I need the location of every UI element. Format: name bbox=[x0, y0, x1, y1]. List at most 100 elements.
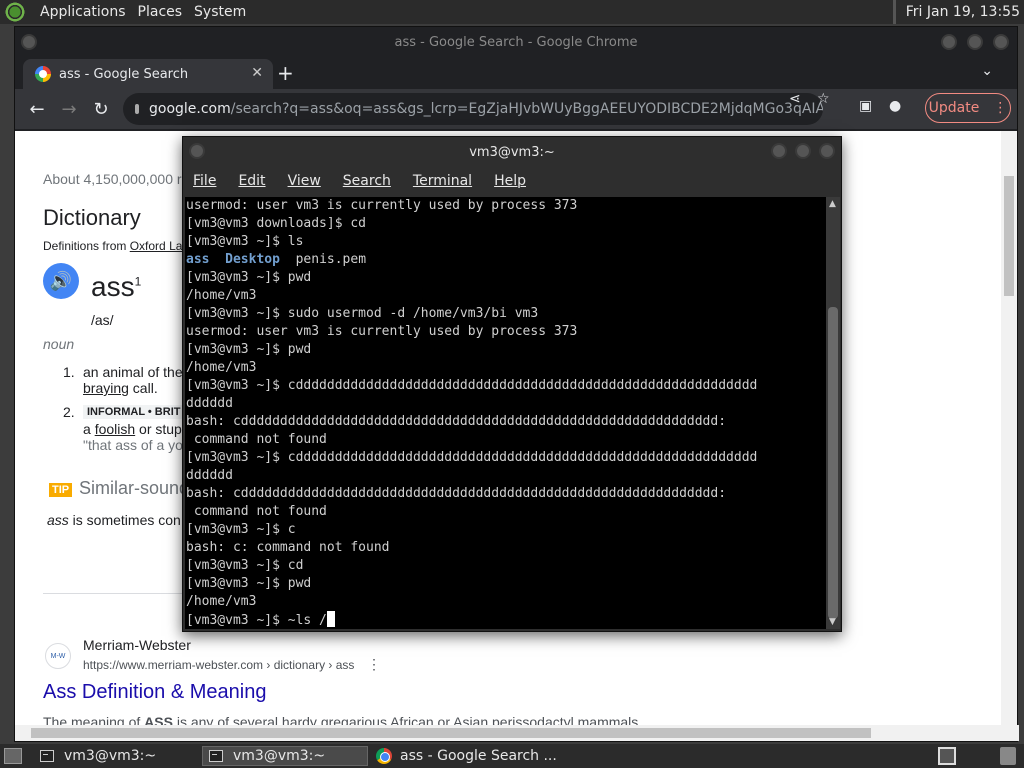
def2-text: a foolish or stup bbox=[83, 421, 182, 437]
result-more-icon[interactable]: ⋮ bbox=[367, 656, 381, 673]
show-desktop-icon[interactable] bbox=[4, 748, 22, 764]
menu-view[interactable]: View bbox=[288, 173, 321, 189]
distro-logo-icon[interactable] bbox=[4, 1, 26, 23]
terminal-maximize-button[interactable] bbox=[795, 143, 811, 159]
def2-post: or stup bbox=[135, 421, 182, 437]
terminal-line: dddddd bbox=[186, 468, 233, 483]
chrome-titlebar[interactable]: ass - Google Search - Google Chrome bbox=[15, 27, 1017, 57]
taskbar-item-terminal-1[interactable]: vm3@vm3:~ bbox=[34, 746, 200, 766]
taskbar-item-chrome[interactable]: ass - Google Search ... bbox=[370, 746, 570, 766]
close-tab-icon[interactable]: ✕ bbox=[251, 65, 263, 81]
braying-link[interactable]: braying bbox=[83, 380, 129, 396]
result-site-name[interactable]: Merriam-Webster bbox=[83, 637, 191, 653]
menu-places[interactable]: Places bbox=[132, 4, 189, 20]
terminal-line: bash: cddddddddddddddddddddddddddddddddd… bbox=[186, 486, 727, 501]
foolish-link[interactable]: foolish bbox=[95, 421, 135, 437]
lock-icon[interactable] bbox=[135, 104, 139, 114]
url-host: google.com bbox=[149, 101, 231, 117]
trash-icon[interactable] bbox=[1000, 747, 1016, 765]
terminal-cursor bbox=[326, 611, 335, 627]
taskbar-item-label: vm3@vm3:~ bbox=[64, 748, 157, 764]
new-tab-icon[interactable]: + bbox=[277, 61, 294, 85]
forward-arrow-icon[interactable]: → bbox=[53, 99, 85, 120]
terminal-title: vm3@vm3:~ bbox=[469, 144, 555, 160]
result-title-link[interactable]: Ass Definition & Meaning bbox=[43, 681, 266, 704]
menu-search[interactable]: Search bbox=[343, 173, 391, 189]
result-url[interactable]: https://www.merriam-webster.com › dictio… bbox=[83, 658, 354, 672]
page-horizontal-scrollbar[interactable] bbox=[15, 725, 1019, 741]
snippet-post: is any of several hardy gregarious Afric… bbox=[172, 714, 639, 725]
url-path: /search?q=ass&oq=ass&gs_lcrp=EgZjaHJvbWU… bbox=[230, 101, 823, 117]
terminal-line: [vm3@vm3 ~]$ pwd bbox=[186, 342, 312, 357]
page-vertical-scrollbar[interactable] bbox=[1001, 131, 1017, 725]
close-button[interactable] bbox=[993, 34, 1009, 50]
terminal-scrollbar[interactable]: ▲ ▼ bbox=[826, 197, 840, 629]
terminal-line: [vm3@vm3 downloads]$ cd bbox=[186, 216, 367, 231]
kebab-menu-icon[interactable]: ⋮ bbox=[993, 100, 1007, 116]
terminal-icon bbox=[209, 750, 223, 762]
terminal-line: usermod: user vm3 is currently used by p… bbox=[186, 198, 578, 213]
menu-system[interactable]: System bbox=[188, 4, 252, 20]
tab-search-chevron-icon[interactable]: ⌄ bbox=[981, 63, 993, 79]
definitions-from-label: Definitions from bbox=[43, 239, 127, 253]
menu-help[interactable]: Help bbox=[494, 173, 526, 189]
bookmark-star-icon[interactable]: ☆ bbox=[817, 91, 830, 107]
terminal-line: /home/vm3 bbox=[186, 288, 257, 303]
menu-terminal[interactable]: Terminal bbox=[413, 173, 472, 189]
update-button[interactable]: Update ⋮ bbox=[925, 93, 1011, 123]
ls-file: penis.pem bbox=[295, 252, 367, 267]
def2-number: 2. bbox=[63, 404, 75, 420]
menu-applications[interactable]: Applications bbox=[34, 4, 132, 20]
menu-edit[interactable]: Edit bbox=[238, 173, 265, 189]
similar-text: ass is sometimes con bbox=[47, 512, 181, 528]
terminal-close-button[interactable] bbox=[819, 143, 835, 159]
taskbar-item-terminal-2[interactable]: vm3@vm3:~ bbox=[202, 746, 368, 766]
terminal-titlebar[interactable]: vm3@vm3:~ bbox=[183, 137, 841, 167]
terminal-prompt-line: [vm3@vm3 ~]$ ~ls / bbox=[186, 611, 827, 629]
ls-dir-desktop: Desktop bbox=[225, 252, 280, 267]
page-vertical-scroll-thumb[interactable] bbox=[1004, 176, 1014, 296]
ls-output-line: ass Desktop penis.pem bbox=[186, 251, 827, 269]
headword-superscript: 1 bbox=[134, 274, 142, 289]
similar-word: ass bbox=[47, 512, 69, 528]
terminal-line: [vm3@vm3 ~]$ sudo usermod -d /home/vm3/b… bbox=[186, 306, 539, 321]
chrome-window-title: ass - Google Search - Google Chrome bbox=[394, 34, 638, 50]
window-menu-icon[interactable] bbox=[21, 34, 37, 50]
page-horizontal-scroll-thumb[interactable] bbox=[31, 728, 871, 738]
terminal-window-menu-icon[interactable] bbox=[189, 143, 205, 159]
terminal-window: vm3@vm3:~ File Edit View Search Terminal… bbox=[182, 136, 842, 632]
address-bar[interactable]: google.com/search?q=ass&oq=ass&gs_lcrp=E… bbox=[123, 93, 823, 125]
scroll-down-arrow-icon[interactable]: ▼ bbox=[829, 617, 836, 627]
divider bbox=[43, 593, 203, 594]
terminal-icon bbox=[40, 750, 54, 762]
side-panel-icon[interactable]: ▣ bbox=[859, 98, 872, 114]
ls-dir-ass: ass bbox=[186, 252, 210, 267]
maximize-button[interactable] bbox=[967, 34, 983, 50]
terminal-scroll-thumb[interactable] bbox=[828, 307, 838, 619]
terminal-line: command not found bbox=[186, 504, 327, 519]
speaker-button[interactable]: 🔊 bbox=[43, 263, 79, 299]
definitions-from: Definitions from Oxford La bbox=[43, 239, 182, 253]
def2-tag: INFORMAL • BRIT bbox=[83, 405, 185, 419]
terminal-line: [vm3@vm3 ~]$ cdddddddddddddddddddddddddd… bbox=[186, 450, 758, 465]
reload-icon[interactable]: ↻ bbox=[85, 99, 117, 120]
terminal-screen[interactable]: usermod: user vm3 is currently used by p… bbox=[185, 197, 827, 629]
clock[interactable]: Fri Jan 19, 13:55 bbox=[892, 0, 1024, 24]
terminal-line: bash: cddddddddddddddddddddddddddddddddd… bbox=[186, 414, 727, 429]
headword: ass1 bbox=[91, 271, 141, 303]
share-icon[interactable]: ⋖ bbox=[789, 91, 801, 107]
scroll-up-arrow-icon[interactable]: ▲ bbox=[829, 199, 836, 209]
profile-icon[interactable]: ● bbox=[889, 98, 901, 114]
menu-file[interactable]: File bbox=[193, 173, 216, 189]
back-arrow-icon[interactable]: ← bbox=[21, 99, 53, 120]
terminal-minimize-button[interactable] bbox=[771, 143, 787, 159]
def2-example: "that ass of a yo bbox=[83, 437, 183, 453]
tab-google-search[interactable]: ass - Google Search ✕ bbox=[23, 59, 273, 89]
part-of-speech: noun bbox=[43, 336, 75, 352]
def1-text: an animal of the bbox=[83, 364, 183, 380]
oxford-link[interactable]: Oxford La bbox=[130, 239, 183, 253]
workspace-switcher-icon[interactable] bbox=[938, 747, 956, 765]
snippet-pre: The meaning of bbox=[43, 714, 145, 725]
minimize-button[interactable] bbox=[941, 34, 957, 50]
results-count: About 4,150,000,000 re bbox=[43, 171, 190, 187]
